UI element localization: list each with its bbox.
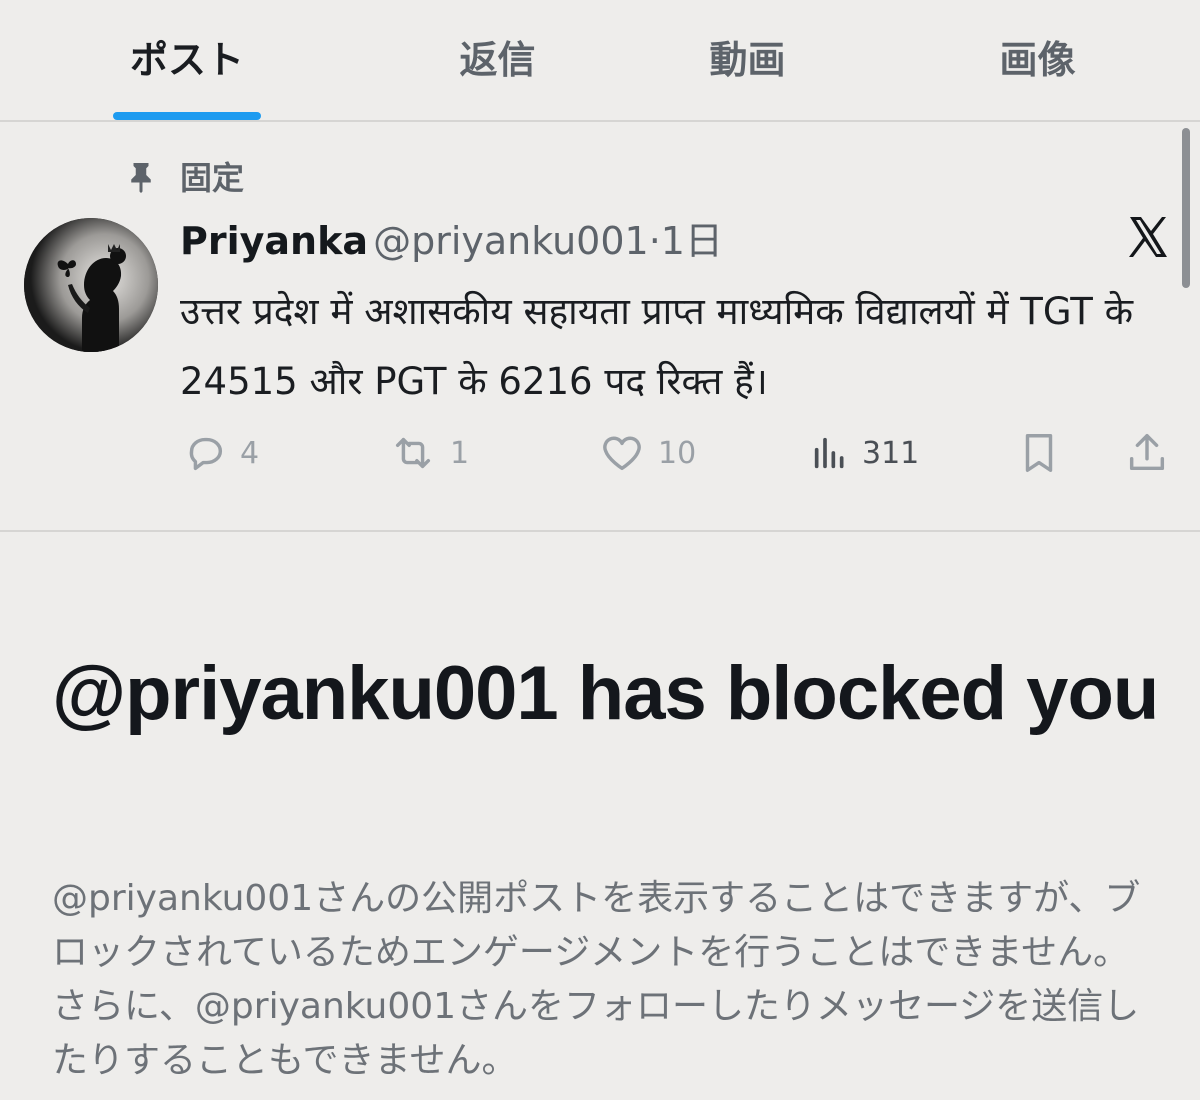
tab-videos[interactable]: 動画 [680,30,815,90]
heart-icon [598,430,646,476]
pinned-label: 固定 [180,159,245,197]
tab-images[interactable]: 画像 [970,30,1105,90]
post-divider [0,530,1200,532]
pin-icon [123,160,159,196]
scrollbar[interactable] [1182,128,1190,288]
analytics-icon [810,433,850,473]
tab-posts[interactable]: ポスト [113,30,261,90]
active-tab-indicator [113,112,261,120]
bookmark-icon [1016,430,1062,476]
tabs-divider [0,120,1200,122]
share-icon [1124,430,1170,476]
profile-page: ポスト 返信 動画 画像 固定 Priyanka @priyanku001·1日… [0,0,1200,1100]
post-header: Priyanka @priyanku001·1日 [180,213,723,269]
reply-count: 4 [240,435,260,471]
blocked-title: @priyanku001 has blocked you [52,651,1159,736]
like-count: 10 [658,435,697,471]
repost-count: 1 [450,435,470,471]
avatar[interactable] [24,218,158,352]
repost-button[interactable]: 1 [388,428,469,478]
like-button[interactable]: 10 [598,428,696,478]
author-handle[interactable]: @priyanku001 [373,219,649,263]
views-button[interactable]: 311 [810,428,919,478]
profile-tabs: ポスト 返信 動画 画像 [0,0,1200,120]
bookmark-button[interactable] [1016,428,1062,478]
post-timestamp[interactable]: ·1日 [649,219,723,263]
reply-button[interactable]: 4 [182,428,259,478]
avatar-silhouette-image [24,218,158,352]
author-name[interactable]: Priyanka [180,219,368,263]
tab-replies[interactable]: 返信 [430,30,565,90]
x-logo-icon[interactable] [1124,213,1172,261]
reply-icon [182,430,228,476]
repost-icon [388,430,438,476]
view-count: 311 [862,435,920,471]
share-button[interactable] [1124,428,1170,478]
blocked-description: @priyanku001さんの公開ポストを表示することはできますが、ブロックされ… [52,878,1141,1081]
post-text: उत्तर प्रदेश में अशासकीय सहायता प्राप्त … [180,290,1134,403]
